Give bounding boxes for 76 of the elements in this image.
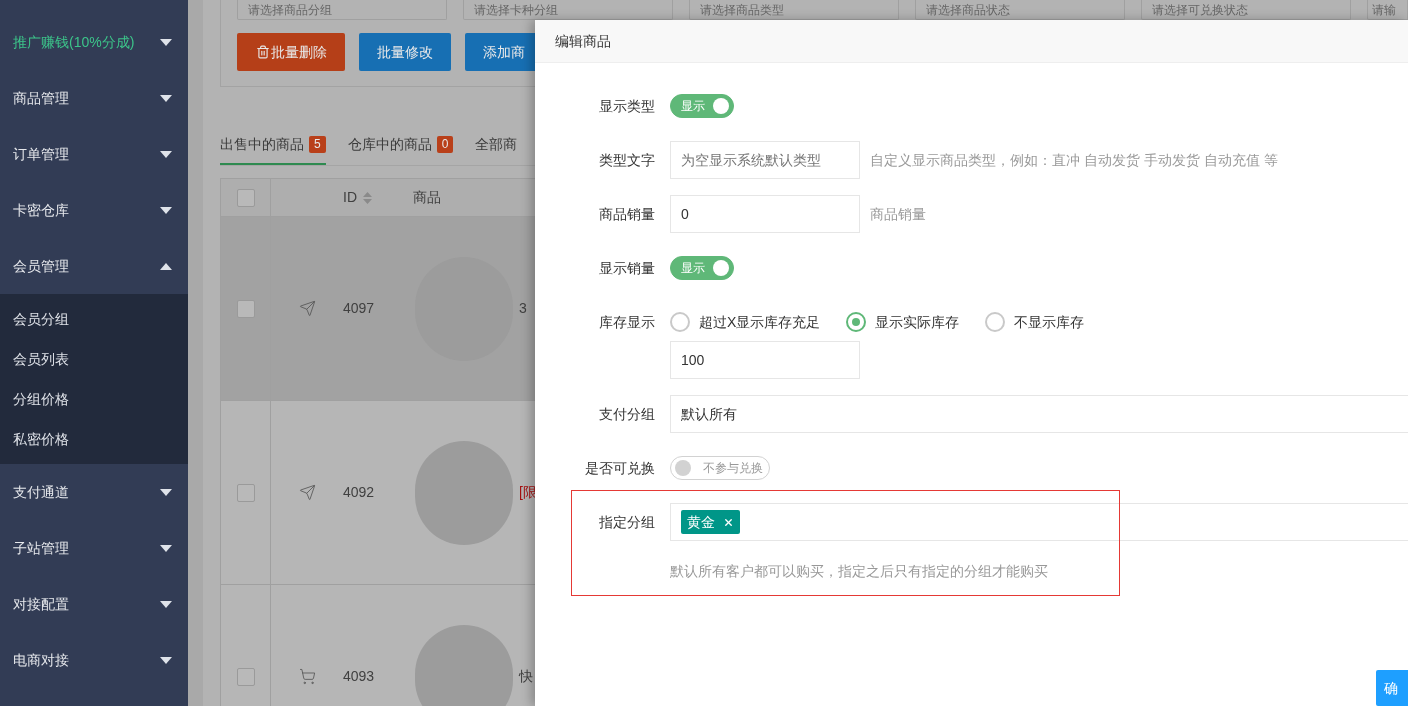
sidebar-item[interactable]: 商品管理: [0, 70, 188, 126]
select-field[interactable]: 默认所有: [670, 395, 1408, 433]
sidebar-item[interactable]: 推广赚钱(10%分成): [0, 14, 188, 70]
caret-icon: [160, 206, 172, 214]
radio-label[interactable]: 显示实际库存: [875, 311, 960, 333]
dialog-title: 编辑商品: [555, 31, 611, 51]
action-button[interactable]: 批量修改: [359, 33, 451, 71]
submenu-item[interactable]: 分组价格: [0, 379, 188, 419]
field-label: 显示销量: [598, 259, 655, 278]
caret-icon: [160, 488, 172, 496]
cart-icon: [298, 668, 316, 685]
hint-text: 默认所有客户都可以购买，指定之后只有指定的分组才能购买: [670, 562, 1049, 581]
close-icon[interactable]: [723, 516, 734, 528]
tab-label: 全部商: [475, 134, 518, 154]
toggle-switch[interactable]: 不参与兑换: [670, 456, 770, 480]
caret-icon: [160, 94, 172, 102]
caret-icon: [160, 600, 172, 608]
field-label: 指定分组: [598, 513, 655, 532]
caret-icon: [160, 544, 172, 552]
field-label: 类型文字: [598, 151, 655, 170]
count-badge: 0: [436, 135, 454, 153]
tag-chip[interactable]: 黄金: [681, 510, 740, 534]
table-cell-text: 3: [519, 299, 527, 318]
text-input[interactable]: 为空显示系统默认类型: [670, 141, 860, 179]
filter-select[interactable]: 请选择商品分组: [237, 0, 447, 20]
table-cell-text: 快: [519, 667, 533, 686]
sidebar-item[interactable]: 会员管理: [0, 238, 188, 294]
radio-label[interactable]: 不显示库存: [1014, 311, 1085, 333]
count-badge: 5: [309, 135, 326, 153]
field-label: 显示类型: [598, 97, 655, 116]
column-header: 商品: [413, 188, 441, 207]
checkbox[interactable]: [236, 483, 255, 502]
caret-icon: [160, 38, 172, 46]
sidebar-item[interactable]: 支付通道: [0, 464, 188, 520]
tab-label: 仓库中的商品: [347, 134, 432, 154]
table-cell-text: 4092: [343, 483, 376, 502]
tab-label: 出售中的商品: [220, 134, 304, 154]
tab[interactable]: 全部商: [475, 125, 518, 165]
radio-button[interactable]: [846, 312, 867, 332]
field-label: 是否可兑换: [584, 459, 655, 478]
sidebar-item[interactable]: 卡密仓库: [0, 182, 188, 238]
text-input[interactable]: 0: [670, 195, 860, 233]
radio-button[interactable]: [670, 312, 690, 332]
caret-icon: [160, 150, 172, 158]
hint-text: 商品销量: [870, 204, 926, 224]
sidebar-item[interactable]: 电商对接: [0, 632, 188, 688]
field-label: 支付分组: [598, 405, 655, 424]
sidebar-item[interactable]: 对接配置: [0, 576, 188, 632]
checkbox[interactable]: [236, 188, 255, 207]
field-label: 库存显示: [598, 313, 655, 332]
checkbox[interactable]: [236, 667, 255, 686]
trash-icon: [255, 45, 270, 59]
hint-text: 自定义显示商品类型，例如：直冲 自动发货 手动发货 自动充值 等: [870, 150, 1278, 170]
table-cell-text: [限: [519, 483, 537, 502]
submenu-item[interactable]: 会员分组: [0, 299, 188, 339]
tab[interactable]: 出售中的商品 5: [220, 125, 326, 165]
sidebar-item[interactable]: 订单管理: [0, 126, 188, 182]
paper-plane-icon: [298, 484, 316, 501]
text-input[interactable]: 100: [670, 341, 860, 379]
delete-button[interactable]: 批量删除: [237, 33, 345, 71]
sort-icon: [363, 191, 372, 204]
column-header[interactable]: ID: [343, 187, 357, 208]
table-cell-text: 4097: [343, 299, 376, 318]
caret-icon: [160, 262, 172, 270]
paper-plane-icon: [298, 300, 316, 317]
submenu-item[interactable]: 会员列表: [0, 339, 188, 379]
sidebar-item[interactable]: 子站管理: [0, 520, 188, 576]
submenu-item[interactable]: 私密价格: [0, 419, 188, 459]
checkbox[interactable]: [236, 299, 255, 318]
radio-button[interactable]: [985, 312, 1006, 332]
table-cell-text: 4093: [343, 667, 376, 686]
tab[interactable]: 仓库中的商品 0: [347, 125, 454, 165]
field-label: 商品销量: [598, 205, 655, 224]
caret-icon: [160, 656, 172, 664]
tag-input[interactable]: 黄金: [670, 503, 1408, 541]
radio-label[interactable]: 超过X显示库存充足: [699, 311, 821, 333]
